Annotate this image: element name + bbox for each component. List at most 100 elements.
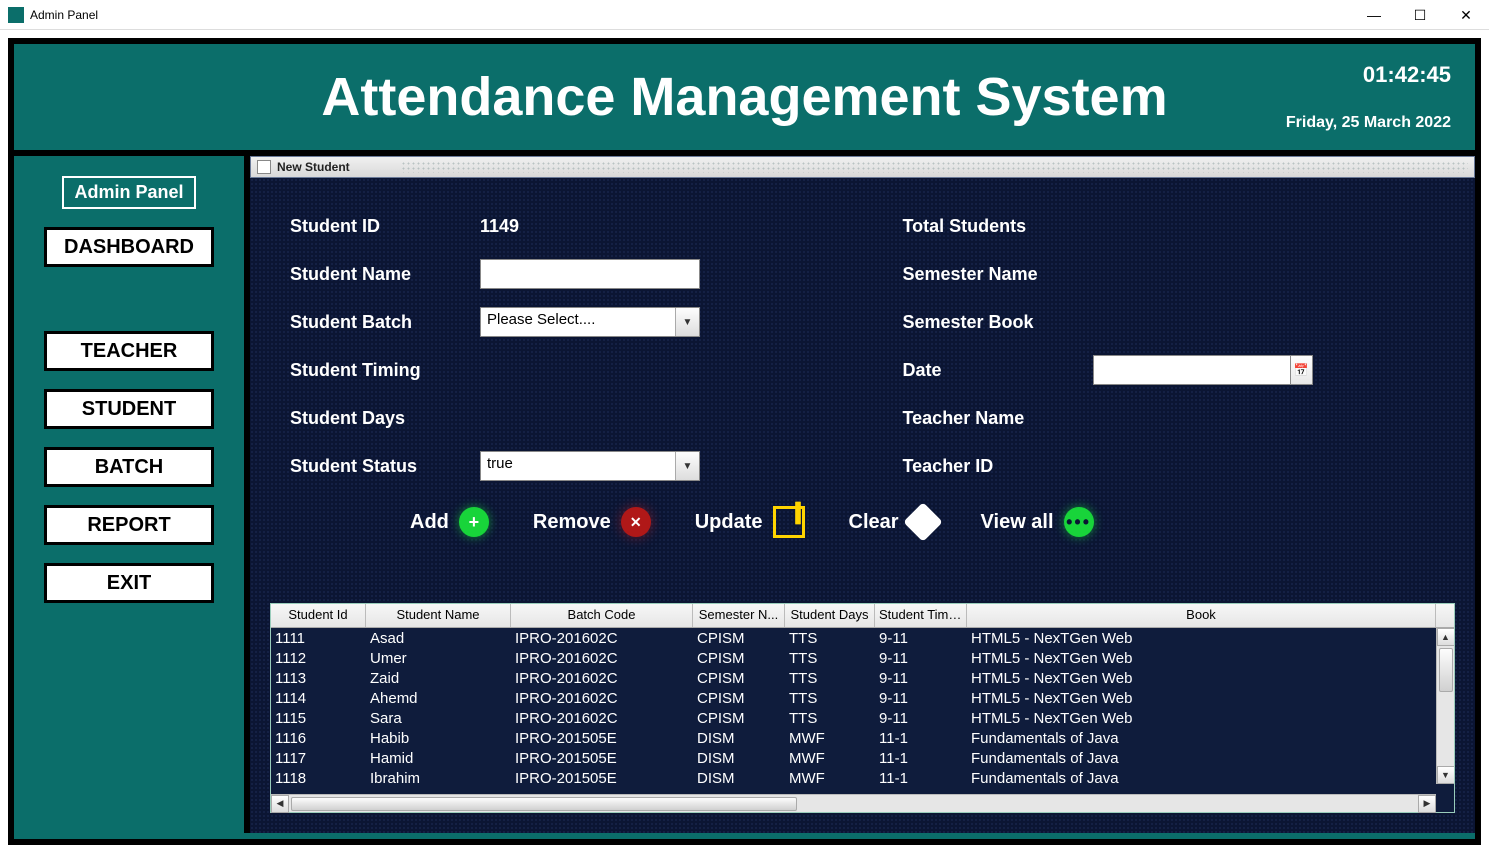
nav-label: REPORT — [87, 514, 170, 537]
app-title: Attendance Management System — [14, 66, 1475, 128]
viewall-label: View all — [981, 511, 1054, 534]
nav-exit[interactable]: EXIT — [44, 563, 214, 603]
table-cell: 9-11 — [875, 648, 967, 668]
table-cell: Habib — [366, 728, 511, 748]
nav-label: EXIT — [107, 572, 151, 595]
date-picker[interactable]: 📅 — [1093, 355, 1313, 385]
horizontal-scrollbar[interactable]: ◀ ▶ — [271, 794, 1436, 812]
table-cell: HTML5 - NexTGen Web — [967, 668, 1454, 688]
more-icon: ••• — [1064, 507, 1094, 537]
mdi-title: New Student — [277, 160, 350, 174]
nav-batch[interactable]: BATCH — [44, 447, 214, 487]
table-cell: 11-1 — [875, 768, 967, 784]
remove-button[interactable]: Remove ✕ — [533, 507, 651, 537]
scroll-thumb-h[interactable] — [291, 797, 797, 811]
window-close-button[interactable]: ✕ — [1443, 0, 1489, 30]
table-row[interactable]: 1114AhemdIPRO-201602CCPISMTTS9-11HTML5 -… — [271, 688, 1454, 708]
table-row[interactable]: 1117HamidIPRO-201505EDISMMWF11-1Fundamen… — [271, 748, 1454, 768]
label-teacher-id: Teacher ID — [903, 456, 1093, 477]
clear-label: Clear — [849, 511, 899, 534]
col-student-id[interactable]: Student Id — [271, 604, 366, 627]
nav-teacher[interactable]: TEACHER — [44, 331, 214, 371]
table-row[interactable]: 1111AsadIPRO-201602CCPISMTTS9-11HTML5 - … — [271, 628, 1454, 648]
combo-student-status-value: true — [481, 452, 675, 480]
table-row[interactable]: 1112UmerIPRO-201602CCPISMTTS9-11HTML5 - … — [271, 648, 1454, 668]
nav-label: DASHBOARD — [64, 236, 194, 259]
add-button[interactable]: Add + — [410, 507, 489, 537]
table-cell: 1118 — [271, 768, 366, 784]
scroll-right-icon[interactable]: ▶ — [1418, 795, 1436, 813]
table-row[interactable]: 1118IbrahimIPRO-201505EDISMMWF11-1Fundam… — [271, 768, 1454, 784]
scroll-up-icon[interactable]: ▲ — [1437, 628, 1455, 646]
table-cell: IPRO-201602C — [511, 628, 693, 648]
col-batch-code[interactable]: Batch Code — [511, 604, 693, 627]
clear-button[interactable]: Clear — [849, 508, 937, 536]
table-cell: 9-11 — [875, 668, 967, 688]
col-semester-name[interactable]: Semester N... — [693, 604, 785, 627]
table-cell: IPRO-201505E — [511, 728, 693, 748]
col-student-timing[interactable]: Student Timi... — [875, 604, 967, 627]
input-student-name[interactable] — [480, 259, 700, 289]
nav-student[interactable]: STUDENT — [44, 389, 214, 429]
scroll-left-icon[interactable]: ◀ — [271, 795, 289, 813]
table-cell: Sara — [366, 708, 511, 728]
viewall-button[interactable]: View all ••• — [981, 507, 1094, 537]
update-button[interactable]: Update — [695, 506, 805, 538]
scroll-down-icon[interactable]: ▼ — [1437, 766, 1455, 784]
col-student-days[interactable]: Student Days — [785, 604, 875, 627]
nav-report[interactable]: REPORT — [44, 505, 214, 545]
table-cell: MWF — [785, 748, 875, 768]
grid-header: Student Id Student Name Batch Code Semes… — [271, 604, 1454, 628]
table-cell: 11-1 — [875, 748, 967, 768]
table-row[interactable]: 1115SaraIPRO-201602CCPISMTTS9-11HTML5 - … — [271, 708, 1454, 728]
nav-dashboard[interactable]: DASHBOARD — [44, 227, 214, 267]
col-student-name[interactable]: Student Name — [366, 604, 511, 627]
grid-body[interactable]: 1111AsadIPRO-201602CCPISMTTS9-11HTML5 - … — [271, 628, 1454, 784]
table-cell: Ibrahim — [366, 768, 511, 784]
col-book[interactable]: Book — [967, 604, 1436, 627]
table-cell: HTML5 - NexTGen Web — [967, 648, 1454, 668]
table-cell: TTS — [785, 648, 875, 668]
table-cell: Zaid — [366, 668, 511, 688]
table-cell: IPRO-201602C — [511, 648, 693, 668]
table-cell: Fundamentals of Java — [967, 768, 1454, 784]
table-cell: HTML5 - NexTGen Web — [967, 688, 1454, 708]
table-row[interactable]: 1116HabibIPRO-201505EDISMMWF11-1Fundamen… — [271, 728, 1454, 748]
table-cell: HTML5 - NexTGen Web — [967, 628, 1454, 648]
clock-time: 01:42:45 — [1286, 62, 1451, 88]
calendar-icon[interactable]: 📅 — [1291, 355, 1313, 385]
table-cell: CPISM — [693, 668, 785, 688]
nav-label: TEACHER — [81, 340, 178, 363]
mdi-child-titlebar[interactable]: New Student — [250, 156, 1475, 178]
table-cell: 1116 — [271, 728, 366, 748]
table-cell: TTS — [785, 668, 875, 688]
sidebar: Admin Panel DASHBOARD TEACHER STUDENT BA… — [14, 156, 250, 833]
table-cell: TTS — [785, 688, 875, 708]
combo-student-batch[interactable]: Please Select.... ▼ — [480, 307, 700, 337]
input-date[interactable] — [1093, 355, 1291, 385]
table-row[interactable]: 1113ZaidIPRO-201602CCPISMTTS9-11HTML5 - … — [271, 668, 1454, 688]
table-cell: Asad — [366, 628, 511, 648]
main-area: New Student Student ID 1149 Student Name — [250, 156, 1475, 833]
label-student-timing: Student Timing — [290, 360, 480, 381]
window-maximize-button[interactable]: ☐ — [1397, 0, 1443, 30]
app-frame: Attendance Management System 01:42:45 Fr… — [8, 38, 1481, 845]
action-bar: Add + Remove ✕ Update Clear — [410, 506, 1435, 538]
scroll-thumb[interactable] — [1439, 648, 1453, 692]
label-student-days: Student Days — [290, 408, 480, 429]
table-cell: TTS — [785, 708, 875, 728]
table-cell: MWF — [785, 768, 875, 784]
table-cell: MWF — [785, 728, 875, 748]
vertical-scrollbar[interactable]: ▲ ▼ — [1436, 628, 1454, 784]
window-minimize-button[interactable]: — — [1351, 0, 1397, 30]
table-cell: 11-1 — [875, 728, 967, 748]
nav-label: BATCH — [95, 456, 164, 479]
table-cell: 1113 — [271, 668, 366, 688]
table-cell: 1114 — [271, 688, 366, 708]
table-cell: IPRO-201602C — [511, 708, 693, 728]
label-student-name: Student Name — [290, 264, 480, 285]
plus-icon: + — [459, 507, 489, 537]
window-icon — [257, 160, 271, 174]
combo-student-status[interactable]: true ▼ — [480, 451, 700, 481]
label-student-id: Student ID — [290, 216, 480, 237]
